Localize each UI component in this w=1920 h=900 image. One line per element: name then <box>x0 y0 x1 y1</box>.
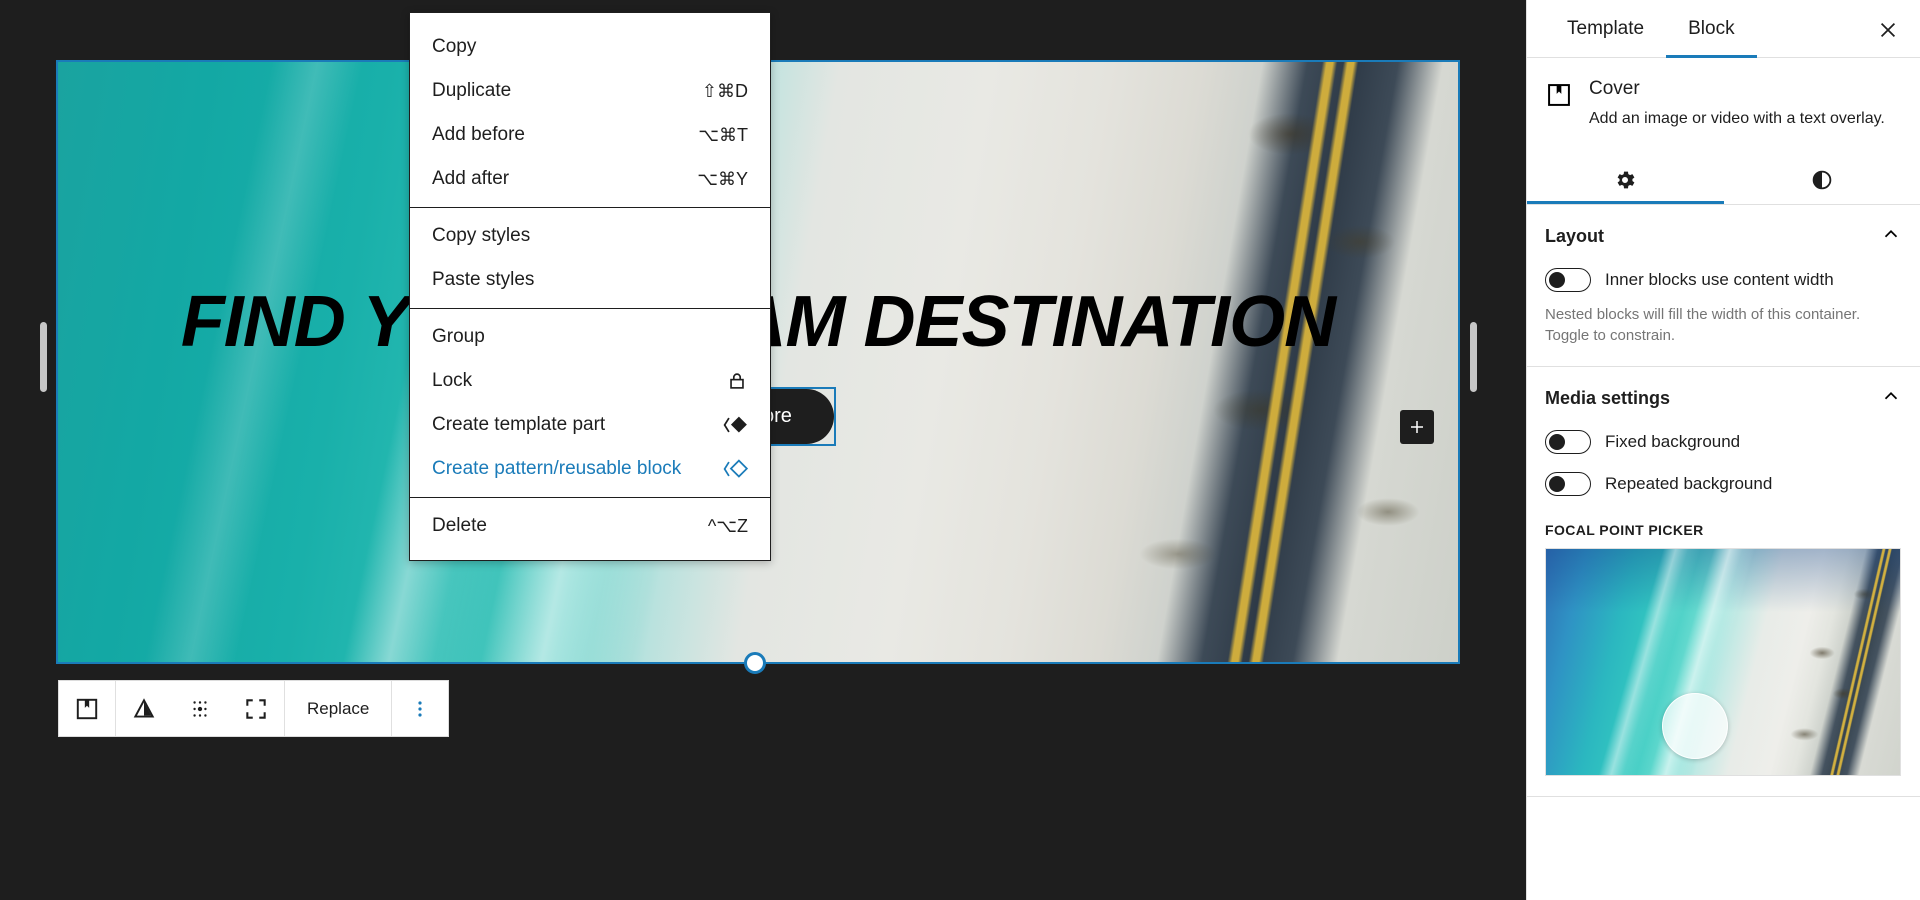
menu-item-label: Add after <box>432 168 510 189</box>
context-menu-group: Copy Duplicate ⇧⌘D Add before ⌥⌘T Add af… <box>410 19 770 207</box>
focal-point-handle[interactable] <box>1662 692 1728 759</box>
menu-item-shortcut: ⌥⌘T <box>698 124 748 145</box>
row-fixed-background: Fixed background <box>1545 429 1902 454</box>
replace-button[interactable]: Replace <box>285 681 391 736</box>
template-part-icon <box>722 414 748 436</box>
section-layout-header[interactable]: Layout <box>1545 223 1902 250</box>
block-toolbar: Replace <box>58 680 450 737</box>
menu-item-copy-styles[interactable]: Copy styles <box>410 214 770 258</box>
lock-icon <box>726 370 748 392</box>
context-menu-group: Delete ^⌥Z <box>410 497 770 554</box>
section-media-settings: Media settings Fixed background Repeated… <box>1527 367 1920 797</box>
menu-item-add-after[interactable]: Add after ⌥⌘Y <box>410 157 770 201</box>
menu-item-duplicate[interactable]: Duplicate ⇧⌘D <box>410 69 770 113</box>
context-menu-group: Group Lock Create template part Create p… <box>410 308 770 497</box>
menu-item-shortcut: ⌥⌘Y <box>697 168 748 189</box>
menu-item-shortcut: ^⌥Z <box>707 515 748 536</box>
block-info-text: Cover Add an image or video with a text … <box>1589 78 1885 130</box>
toggle-inner-blocks-use-content-width[interactable] <box>1545 267 1591 292</box>
cover-resize-handle-left[interactable] <box>40 322 47 392</box>
toggle-repeated-background[interactable] <box>1545 471 1591 496</box>
drag-handle-icon[interactable] <box>172 681 228 736</box>
menu-item-label: Duplicate <box>432 80 512 101</box>
menu-item-group[interactable]: Group <box>410 315 770 359</box>
cover-resize-handle-right[interactable] <box>1470 322 1477 392</box>
cover-block-icon <box>1545 81 1573 130</box>
align-triangle-icon[interactable] <box>116 681 172 736</box>
section-title: Media settings <box>1545 387 1671 408</box>
chevron-up-icon[interactable] <box>1880 385 1902 412</box>
section-media-settings-header[interactable]: Media settings <box>1545 385 1902 412</box>
menu-item-label: Paste styles <box>432 269 535 290</box>
plus-icon[interactable] <box>1400 410 1434 444</box>
gear-icon[interactable] <box>1527 156 1724 204</box>
row-repeated-background: Repeated background <box>1545 471 1902 496</box>
section-layout: Layout Inner blocks use content width Ne… <box>1527 205 1920 367</box>
menu-item-paste-styles[interactable]: Paste styles <box>410 258 770 302</box>
section-title: Layout <box>1545 225 1605 246</box>
cover-resize-handle-bottom[interactable] <box>744 652 766 674</box>
menu-item-shortcut: ⇧⌘D <box>701 80 748 101</box>
menu-item-lock[interactable]: Lock <box>410 359 770 403</box>
cover-block-icon[interactable] <box>59 681 115 736</box>
menu-item-label: Lock <box>432 370 473 391</box>
block-options-context-menu: Copy Duplicate ⇧⌘D Add before ⌥⌘T Add af… <box>409 12 771 561</box>
menu-item-label: Create pattern/reusable block <box>432 458 682 479</box>
menu-item-label: Copy <box>432 36 477 57</box>
menu-item-create-template-part[interactable]: Create template part <box>410 403 770 447</box>
menu-item-copy[interactable]: Copy <box>410 25 770 69</box>
toolbar-group-block-type <box>59 681 116 736</box>
focal-point-picker-label: Focal point picker <box>1545 521 1704 538</box>
toggle-fixed-background[interactable] <box>1545 429 1591 454</box>
sidebar-icon-tabs <box>1527 156 1920 205</box>
toggle-knob <box>1549 271 1565 288</box>
row-label: Fixed background <box>1605 431 1741 451</box>
menu-item-label: Delete <box>432 515 487 536</box>
contrast-icon[interactable] <box>1724 156 1920 204</box>
toolbar-group-more <box>392 681 448 736</box>
tab-template[interactable]: Template <box>1545 0 1666 58</box>
menu-item-label: Add before <box>432 124 525 145</box>
toolbar-group-controls <box>116 681 285 736</box>
row-inner-blocks-content-width: Inner blocks use content width <box>1545 267 1902 292</box>
close-icon[interactable] <box>1870 12 1906 48</box>
row-label: Inner blocks use content width <box>1605 269 1834 289</box>
menu-item-label: Group <box>432 326 485 347</box>
toggle-knob <box>1549 433 1565 450</box>
tab-block[interactable]: Block <box>1666 0 1756 58</box>
sidebar-tabbar: Template Block <box>1527 0 1920 58</box>
menu-item-add-before[interactable]: Add before ⌥⌘T <box>410 113 770 157</box>
menu-item-label: Copy styles <box>432 225 531 246</box>
block-title: Cover <box>1589 78 1640 99</box>
reusable-block-icon <box>722 458 748 480</box>
row-label: Repeated background <box>1605 473 1773 493</box>
chevron-up-icon[interactable] <box>1880 223 1902 250</box>
block-description: Add an image or video with a text overla… <box>1589 110 1885 127</box>
toggle-knob <box>1549 475 1565 492</box>
settings-sidebar: Template Block Cover Add an image or vid… <box>1526 0 1920 900</box>
editor-canvas: FIND YOUR DREAM DESTINATION Explore <box>0 0 1526 900</box>
full-width-icon[interactable] <box>228 681 284 736</box>
menu-item-create-pattern-reusable-block[interactable]: Create pattern/reusable block <box>410 447 770 491</box>
block-info-card: Cover Add an image or video with a text … <box>1527 58 1920 148</box>
menu-item-delete[interactable]: Delete ^⌥Z <box>410 504 770 548</box>
layout-help-text: Nested blocks will fill the width of thi… <box>1545 305 1861 344</box>
toolbar-group-replace: Replace <box>285 681 393 736</box>
more-options-vertical-icon[interactable] <box>392 681 448 736</box>
menu-item-label: Create template part <box>432 414 606 435</box>
focal-point-picker[interactable] <box>1545 547 1901 776</box>
context-menu-group: Copy styles Paste styles <box>410 207 770 308</box>
editor-root: FIND YOUR DREAM DESTINATION Explore <box>0 0 1920 900</box>
